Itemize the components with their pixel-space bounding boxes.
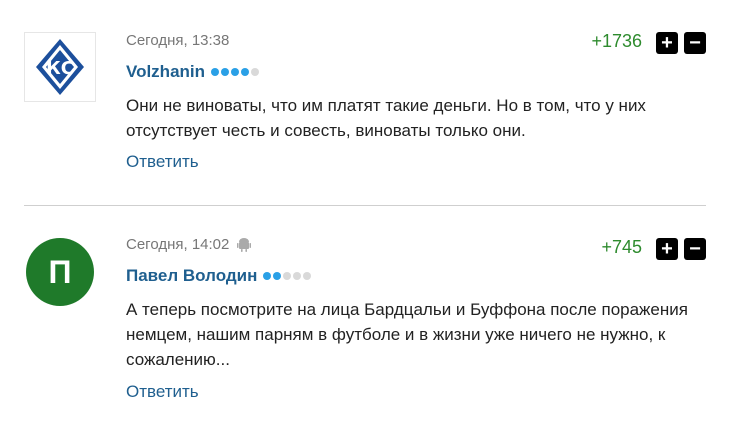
reply-link[interactable]: Ответить — [126, 382, 199, 402]
rating-dot — [293, 272, 302, 280]
rating-dot — [283, 272, 292, 280]
rating-dot — [211, 68, 220, 76]
rating-dot — [273, 272, 282, 280]
club-logo-icon: КС — [36, 39, 84, 95]
rating-dot — [263, 272, 272, 280]
rating-dot — [241, 68, 250, 76]
vote-up-button[interactable]: + — [656, 238, 678, 260]
rating-dot — [221, 68, 230, 76]
comment-text: Они не виноваты, что им платят такие ден… — [126, 96, 646, 140]
user-rating-dots — [211, 68, 260, 76]
reply-link[interactable]: Ответить — [126, 152, 199, 172]
comment-meta: Сегодня, 14:02 — [126, 236, 252, 253]
comment-divider — [24, 205, 706, 206]
rating-dot — [303, 272, 312, 280]
vote-up-button[interactable]: + — [656, 32, 678, 54]
author-line: Volzhanin — [126, 62, 260, 82]
comment-meta: Сегодня, 13:38 — [126, 32, 229, 49]
comment-time: Сегодня, 13:38 — [126, 32, 230, 49]
user-rating-dots — [263, 272, 312, 280]
svg-text:КС: КС — [46, 58, 74, 79]
user-avatar-club-logo[interactable]: КС — [24, 32, 96, 102]
comment-score: +745 — [601, 237, 642, 257]
author-line: Павел Володин — [126, 266, 312, 286]
android-icon — [237, 237, 252, 252]
rating-dot — [231, 68, 240, 76]
author-name-link[interactable]: Павел Володин — [126, 266, 257, 286]
vote-down-button[interactable]: − — [684, 238, 706, 260]
comment-text: А теперь посмотрите на лица Бардцальи и … — [126, 300, 688, 369]
vote-down-button[interactable]: − — [684, 32, 706, 54]
rating-dot — [251, 68, 260, 76]
user-avatar[interactable]: П — [26, 238, 94, 306]
comment-score: +1736 — [591, 31, 642, 51]
comment-time: Сегодня, 14:02 — [126, 236, 230, 253]
author-name-link[interactable]: Volzhanin — [126, 62, 205, 82]
